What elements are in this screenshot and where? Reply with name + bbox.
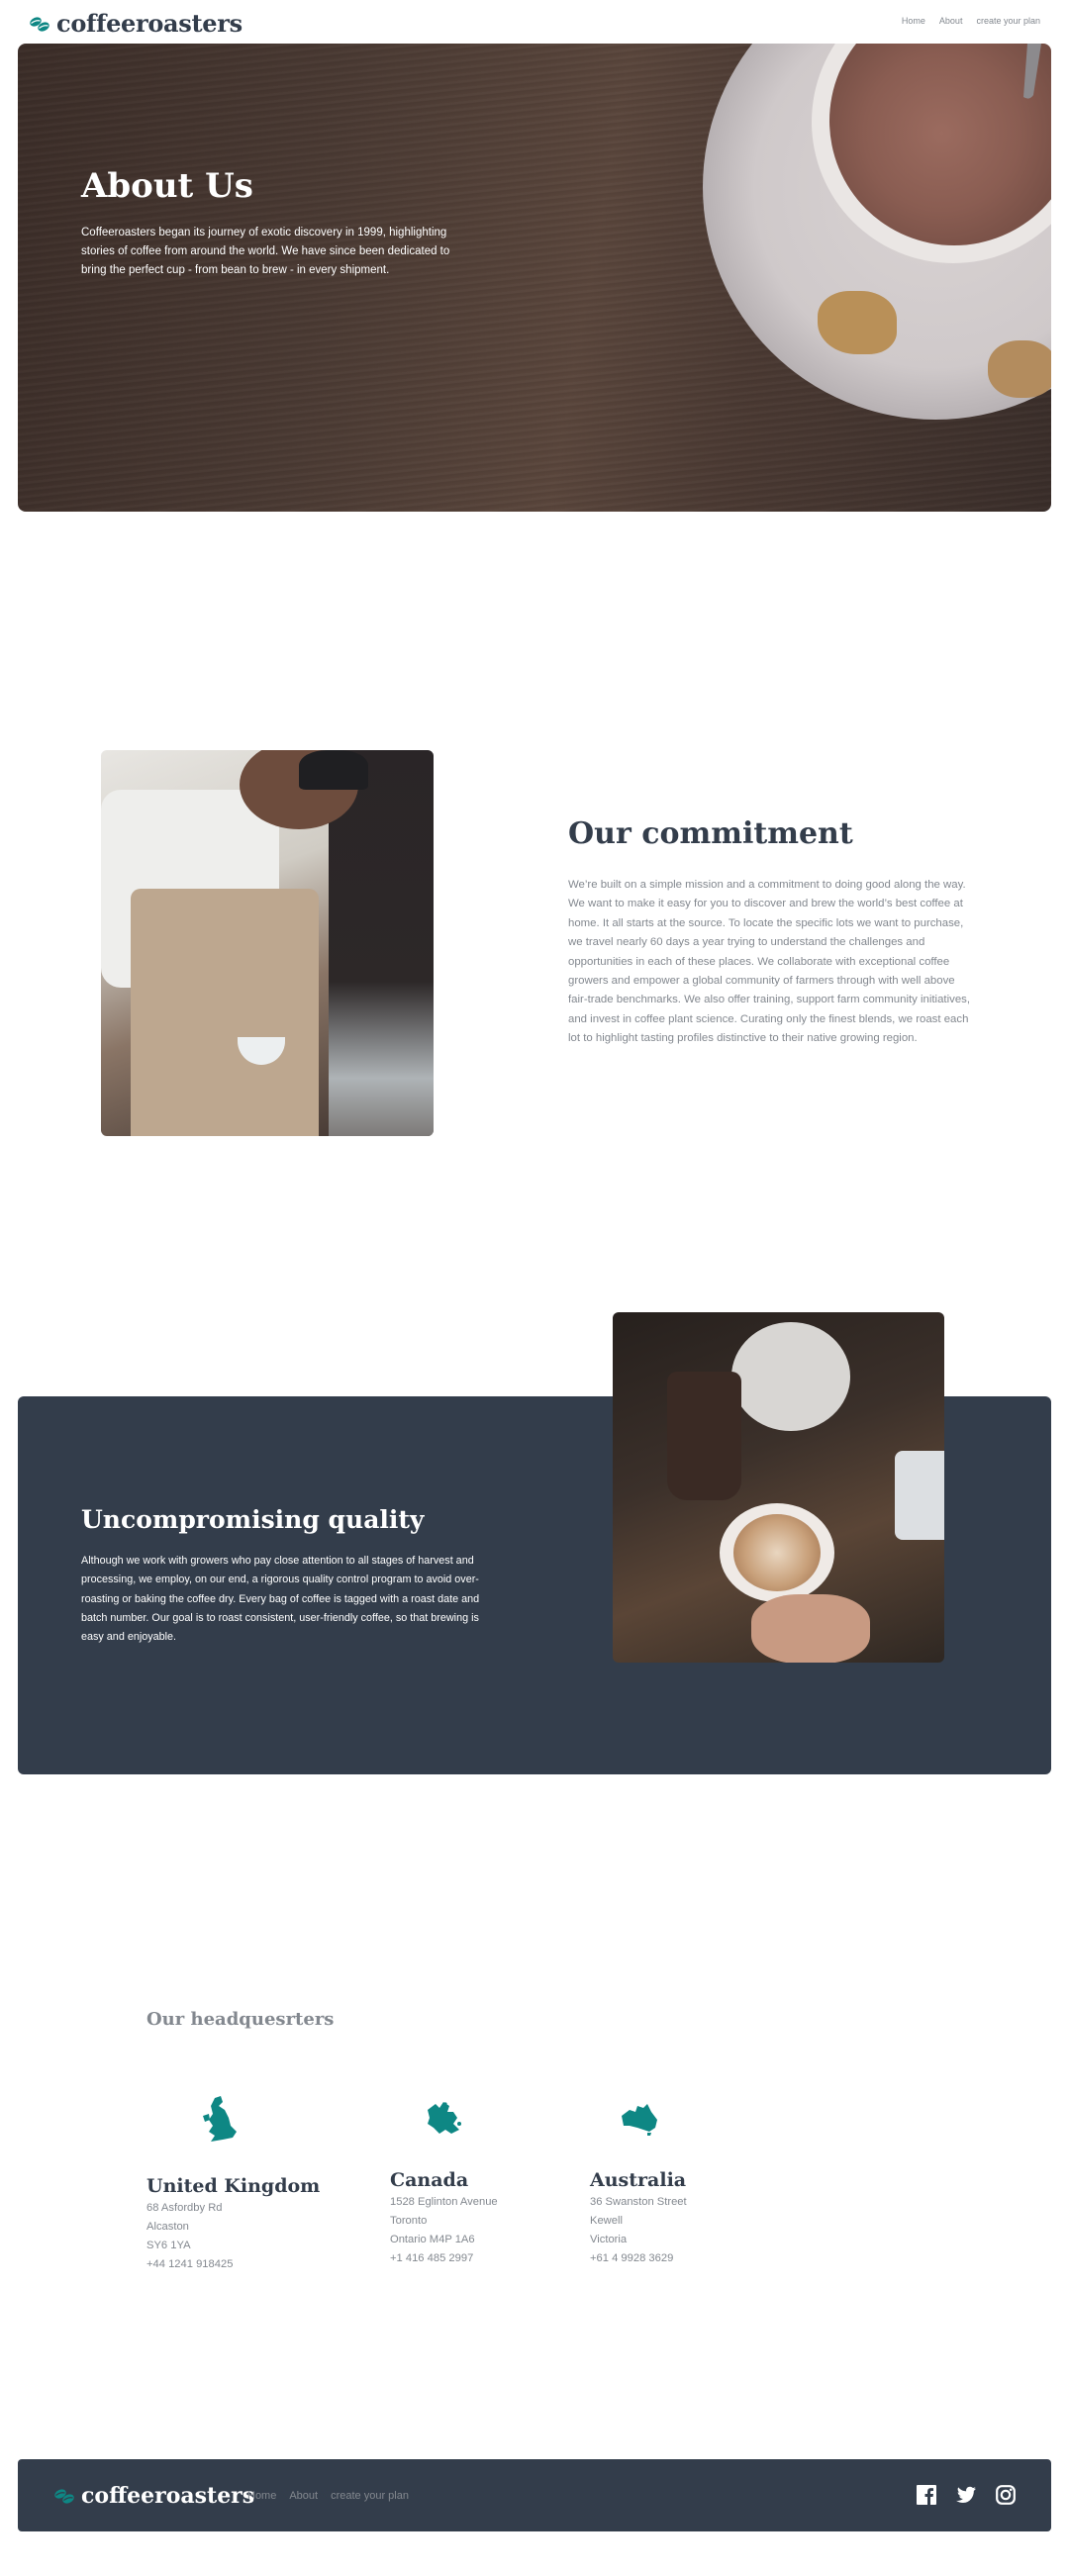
office-address-line: 1528 Eglinton Avenue xyxy=(390,2196,498,2208)
footer-about-link[interactable]: About xyxy=(289,2490,318,2502)
canada-map-icon xyxy=(428,2102,461,2134)
hero-title: About Us xyxy=(81,166,253,206)
logo-text: coffeeroasters xyxy=(56,9,243,38)
hero-cookie-image xyxy=(818,291,897,354)
barista-cap xyxy=(299,750,368,790)
office-country: United Kingdom xyxy=(146,2175,321,2197)
coffee-bean-logo-icon xyxy=(30,16,49,32)
instagram-icon[interactable] xyxy=(996,2485,1016,2505)
quality-text: Although we work with growers who pay cl… xyxy=(81,1555,480,1644)
latte-foam xyxy=(733,1514,821,1591)
office-address-line: Toronto xyxy=(390,2215,428,2227)
hero-spoon-image xyxy=(1023,44,1041,99)
barista-image xyxy=(101,750,434,1136)
espresso-machine xyxy=(895,1451,944,1540)
footer-logo[interactable]: coffeeroasters xyxy=(53,2483,254,2509)
footer-nav: Home About create your plan xyxy=(247,2490,409,2502)
office-country: Australia xyxy=(590,2169,687,2191)
footer-logo-text: coffeeroasters xyxy=(81,2483,255,2509)
office-phone: +44 1241 918425 xyxy=(146,2258,234,2270)
main-nav: Home About create your plan xyxy=(902,16,1040,26)
office-address-line: Ontario M4P 1A6 xyxy=(390,2234,475,2245)
latte-art-image xyxy=(613,1312,944,1663)
quality-title: Uncompromising quality xyxy=(81,1505,425,1534)
commitment-text: We’re built on a simple mission and a co… xyxy=(568,879,971,1045)
office-address-line: Kewell xyxy=(590,2215,623,2227)
nav-about-link[interactable]: About xyxy=(939,16,963,26)
office-address-line: Alcaston xyxy=(146,2221,189,2233)
nav-create-plan-link[interactable]: create your plan xyxy=(976,16,1040,26)
logo[interactable]: coffeeroasters xyxy=(29,9,243,38)
site-header: coffeeroasters Home About create your pl… xyxy=(0,0,1069,44)
hand xyxy=(751,1594,870,1663)
facebook-icon[interactable] xyxy=(917,2485,936,2505)
site-footer: coffeeroasters Home About create your pl… xyxy=(18,2459,1051,2531)
office-address-line: SY6 1YA xyxy=(146,2240,191,2251)
milk-jug xyxy=(667,1372,741,1500)
footer-home-link[interactable]: Home xyxy=(247,2490,276,2502)
hero-description: Coffeeroasters began its journey of exot… xyxy=(81,227,450,276)
office-country: Canada xyxy=(390,2169,469,2191)
footer-create-plan-link[interactable]: create your plan xyxy=(331,2490,409,2502)
commitment-title: Our commitment xyxy=(568,816,853,851)
office-address-line: 68 Asfordby Rd xyxy=(146,2202,223,2214)
twitter-icon[interactable] xyxy=(956,2485,976,2505)
office-phone: +61 4 9928 3629 xyxy=(590,2252,674,2264)
coffee-bean-logo-icon xyxy=(54,2489,74,2504)
office-address-line: 36 Swanston Street xyxy=(590,2196,687,2208)
barista-apron xyxy=(131,889,319,1136)
hero-cookie-image xyxy=(988,340,1051,398)
social-links xyxy=(917,2485,1016,2505)
stacked-saucers xyxy=(731,1322,850,1431)
office-phone: +1 416 485 2997 xyxy=(390,2252,474,2264)
nav-home-link[interactable]: Home xyxy=(902,16,925,26)
australia-map-icon xyxy=(622,2104,657,2136)
headquarters-title: Our headquesrters xyxy=(146,2009,335,2030)
office-address-line: Victoria xyxy=(590,2234,628,2245)
united-kingdom-map-icon xyxy=(203,2096,237,2142)
